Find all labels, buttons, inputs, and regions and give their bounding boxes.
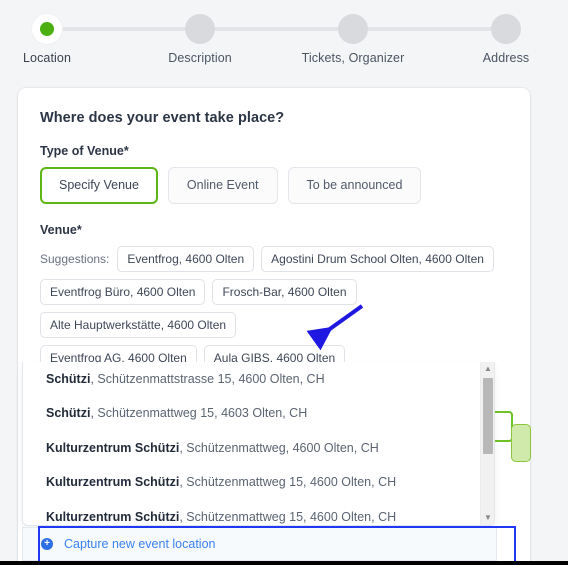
list-item-detail: , Schützenmattstrasse 15, 4600 Olten, CH bbox=[90, 372, 325, 386]
venue-type-specify-venue-button[interactable]: Specify Venue bbox=[40, 167, 158, 204]
scroll-down-arrow-icon[interactable]: ▼ bbox=[481, 511, 494, 525]
list-item[interactable]: Kulturzentrum Schützi, Schützenmattweg, … bbox=[23, 431, 480, 465]
plus-circle-icon: + bbox=[41, 538, 53, 550]
list-item-detail: , Schützenmattweg 15, 4600 Olten, CH bbox=[179, 475, 397, 490]
stepper-step-location[interactable]: Location bbox=[0, 14, 107, 65]
list-item-detail: , Schützenmattweg, 4600 Olten, CH bbox=[179, 440, 379, 455]
stepper-track bbox=[47, 27, 506, 31]
stepper-step-address[interactable]: Address bbox=[446, 14, 566, 65]
stepper-label-address: Address bbox=[482, 51, 530, 65]
list-item[interactable]: Kulturzentrum Schützi, Schützenmattweg 1… bbox=[23, 500, 480, 526]
list-item-name: Kulturzentrum Schützi bbox=[46, 440, 180, 455]
venue-type-label: Type of Venue* bbox=[40, 144, 129, 158]
venue-autocomplete-list: Schützi, Schützenmattstrasse 15, 4600 Ol… bbox=[23, 362, 480, 525]
scrollbar-thumb[interactable] bbox=[483, 378, 493, 454]
list-item-detail: , Schützenmattweg 15, 4603 Olten, CH bbox=[90, 406, 308, 421]
list-item-name: Schützi bbox=[46, 406, 91, 421]
venue-type-to-be-announced-button[interactable]: To be announced bbox=[287, 167, 422, 204]
stepper-dot-location bbox=[32, 14, 62, 44]
progress-stepper: Location Description Tickets, Organizer … bbox=[0, 0, 568, 78]
stepper-step-tickets-organizer[interactable]: Tickets, Organizer bbox=[293, 14, 413, 65]
suggestion-row-2: Eventfrog Büro, 4600 Olten Frosch-Bar, 4… bbox=[40, 278, 508, 339]
suggestions-caption: Suggestions: bbox=[40, 251, 110, 266]
list-item-name: Kulturzentrum Schützi bbox=[46, 475, 180, 490]
list-item-detail: , Schützenmattweg 15, 4600 Olten, CH bbox=[179, 509, 397, 524]
suggestion-chip[interactable]: Eventfrog Büro, 4600 Olten bbox=[40, 278, 206, 305]
suggestion-chip[interactable]: Agostini Drum School Olten, 4600 Olten bbox=[261, 245, 494, 272]
stepper-label-description: Description bbox=[168, 51, 232, 65]
list-item-name: Kulturzentrum Schützi bbox=[46, 509, 180, 524]
suggestion-row-1: Suggestions: Eventfrog, 4600 Olten Agost… bbox=[40, 245, 508, 272]
list-item-name: Schützi bbox=[46, 372, 91, 386]
capture-new-event-location-row[interactable]: + Capture new event location bbox=[22, 527, 497, 561]
list-item[interactable]: Schützi, Schützenmattweg 15, 4603 Olten,… bbox=[23, 396, 480, 430]
list-item[interactable]: Kulturzentrum Schützi, Schützenmattweg 1… bbox=[23, 465, 480, 499]
list-item[interactable]: Schützi, Schützenmattstrasse 15, 4600 Ol… bbox=[23, 362, 480, 396]
stepper-step-description[interactable]: Description bbox=[140, 14, 260, 65]
venue-type-button-group: Specify Venue Online Event To be announc… bbox=[40, 167, 508, 204]
page-title: Where does your event take place? bbox=[40, 110, 285, 126]
suggestion-chip[interactable]: Alte Hauptwerkstätte, 4600 Olten bbox=[40, 311, 237, 339]
stepper-dot-address bbox=[491, 14, 521, 44]
venue-type-online-event-button[interactable]: Online Event bbox=[167, 167, 278, 204]
venue-autocomplete-dropdown: Schützi, Schützenmattstrasse 15, 4600 Ol… bbox=[22, 362, 495, 526]
stepper-dot-description bbox=[185, 14, 215, 44]
stepper-label-tickets-organizer: Tickets, Organizer bbox=[301, 51, 405, 65]
venue-label: Venue* bbox=[40, 222, 82, 237]
suggestion-chip[interactable]: Frosch-Bar, 4600 Olten bbox=[212, 278, 357, 305]
stepper-dot-tickets-organizer bbox=[338, 14, 368, 44]
capture-new-event-location-label: Capture new event location bbox=[64, 537, 216, 551]
stepper-label-location: Location bbox=[22, 51, 72, 65]
scroll-up-arrow-icon[interactable]: ▲ bbox=[481, 362, 494, 376]
partial-green-button[interactable] bbox=[511, 424, 531, 462]
bottom-edge-strip bbox=[0, 561, 568, 565]
dropdown-scrollbar[interactable]: ▲ ▼ bbox=[480, 362, 494, 525]
suggestion-chip[interactable]: Eventfrog, 4600 Olten bbox=[117, 245, 255, 272]
